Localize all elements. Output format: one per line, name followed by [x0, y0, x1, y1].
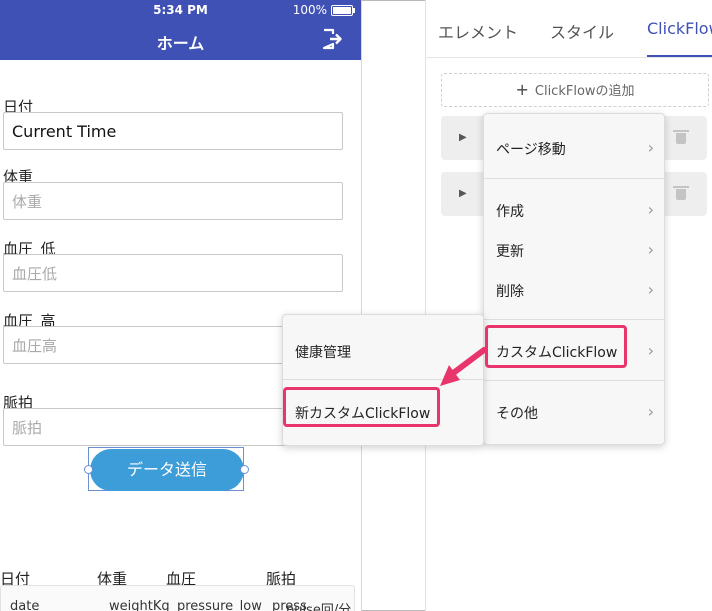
status-bar: 5:34 PM 100% — [0, 0, 361, 20]
expand-icon[interactable]: ▶ — [459, 188, 467, 199]
add-clickflow-button[interactable]: + ClickFlowの追加 — [441, 73, 709, 107]
bp-low-field[interactable]: 血圧低 — [3, 254, 343, 292]
date-field[interactable]: Current Time — [3, 112, 343, 150]
menu-item-page-navigation[interactable]: ページ移動 › — [484, 126, 664, 170]
menu-divider — [283, 379, 483, 380]
chevron-right-icon: › — [647, 341, 654, 360]
menu-divider — [484, 319, 664, 320]
menu-item-label: 更新 — [496, 244, 524, 260]
table-cell-date: date — [10, 599, 40, 611]
menu-divider — [484, 380, 664, 381]
chevron-right-icon: › — [647, 240, 654, 259]
submenu-item-label: 健康管理 — [295, 345, 351, 361]
menu-item-label: 作成 — [496, 204, 524, 220]
expand-icon[interactable]: ▶ — [459, 132, 467, 143]
active-tab-indicator — [647, 55, 712, 57]
table-cell-pressure-low: pressure_low — [177, 599, 262, 611]
weight-field[interactable]: 体重 — [3, 182, 343, 220]
trash-icon[interactable] — [673, 186, 689, 200]
chevron-right-icon: › — [647, 402, 654, 421]
logout-icon[interactable] — [321, 28, 343, 50]
phone-preview: 5:34 PM 100% ホーム 日付 Current Time 体重 体重 血… — [0, 0, 362, 611]
tab-clickflow[interactable]: ClickFlow — [647, 19, 712, 38]
menu-item-label: ページ移動 — [496, 142, 566, 158]
table-cell-pulse: pulse回/分 — [286, 603, 352, 611]
table-cell-weight: weightKg — [109, 599, 170, 611]
chevron-right-icon: › — [647, 138, 654, 157]
menu-item-delete[interactable]: 削除 › — [484, 268, 664, 312]
highlight-box-new-custom-clickflow — [283, 387, 440, 427]
tab-styles[interactable]: スタイル — [550, 19, 614, 43]
tab-elements[interactable]: エレメント — [438, 19, 518, 43]
menu-divider — [484, 178, 664, 179]
menu-item-other[interactable]: その他 › — [484, 390, 664, 434]
page-title: ホーム — [156, 34, 205, 53]
highlight-box-custom-clickflow — [485, 325, 627, 368]
submenu-item-health[interactable]: 健康管理 — [283, 329, 483, 373]
submit-button[interactable]: データ送信 — [90, 449, 244, 491]
menu-item-update[interactable]: 更新 › — [484, 228, 664, 272]
battery-icon — [331, 5, 355, 16]
battery-level: 100% — [292, 3, 327, 17]
resize-handle-left[interactable] — [84, 465, 93, 474]
tabs-divider — [426, 57, 712, 58]
menu-item-label: 削除 — [496, 284, 524, 300]
add-clickflow-label: ClickFlowの追加 — [534, 84, 635, 99]
menu-item-create[interactable]: 作成 › — [484, 188, 664, 232]
app-header: ホーム — [0, 20, 361, 60]
menu-item-label: その他 — [496, 406, 538, 422]
clickflow-menu: ページ移動 › 作成 › 更新 › 削除 › カスタムClickFlow › そ… — [483, 113, 665, 445]
chevron-right-icon: › — [647, 280, 654, 299]
chevron-right-icon: › — [647, 200, 654, 219]
plus-icon: + — [515, 80, 529, 99]
trash-icon[interactable] — [673, 130, 689, 144]
resize-handle-right[interactable] — [240, 465, 249, 474]
